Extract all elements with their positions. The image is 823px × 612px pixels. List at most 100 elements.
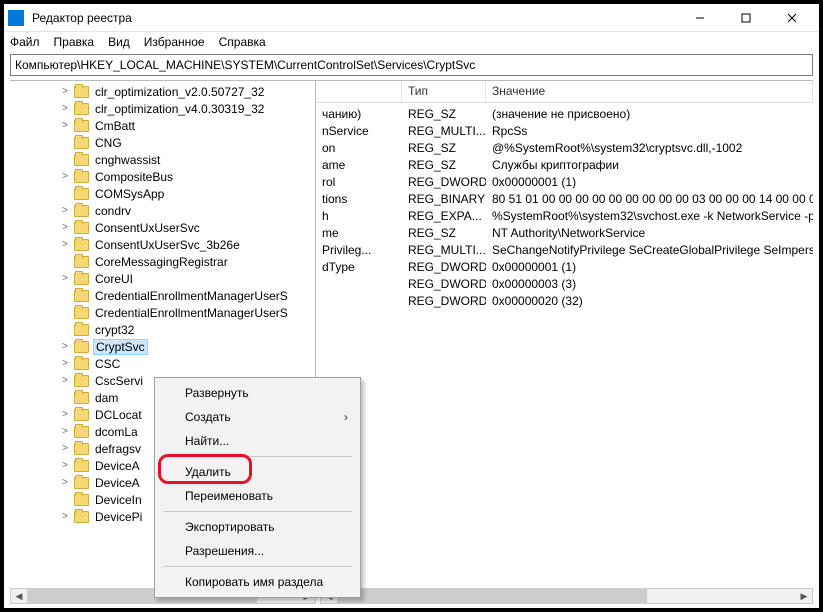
list-pane[interactable]: Тип Значение чанию)REG_SZ(значение не пр… [316,81,813,596]
list-row[interactable]: чанию)REG_SZ(значение не присвоено) [316,105,813,122]
cell-value: RpcSs [486,124,813,138]
window-frame: { "title": "Редактор реестра", "menubar"… [0,0,823,612]
menu-file[interactable]: Файл [10,35,40,49]
menu-fav[interactable]: Избранное [144,35,205,49]
col-type[interactable]: Тип [402,81,486,102]
context-separator [163,456,352,457]
tree-item[interactable]: >ConsentUxUserSvc [60,219,315,236]
address-bar[interactable]: Компьютер\HKEY_LOCAL_MACHINE\SYSTEM\Curr… [10,54,813,76]
list-row[interactable]: REG_DWORD0x00000020 (32) [316,292,813,309]
folder-icon [74,324,89,336]
cell-name: h [316,209,402,223]
tree-item-label: CompositeBus [93,170,175,184]
menu-view[interactable]: Вид [108,35,130,49]
content-area: > clr_optimization_v2.0.50727_32>clr_opti… [10,80,813,596]
expand-icon[interactable]: > [60,222,70,233]
folder-icon [74,358,89,370]
context-item[interactable]: Переименовать [157,484,358,508]
menu-help[interactable]: Справка [219,35,266,49]
expand-icon[interactable]: > [60,511,70,522]
scroll-right-icon[interactable]: ▶ [796,589,812,603]
tree-item-label: clr_optimization_v2.0.50727_32 [93,85,266,99]
list-row[interactable]: nServiceREG_MULTI...RpcSs [316,122,813,139]
tree-item-label: CoreUI [93,272,135,286]
close-button[interactable] [769,4,815,32]
scroll-thumb[interactable] [337,589,647,603]
expand-icon[interactable]: > [60,477,70,488]
context-separator [163,511,352,512]
expand-icon[interactable]: > [60,409,70,420]
tree-item[interactable]: >clr_optimization_v4.0.30319_32 [60,100,315,117]
cell-type: REG_SZ [402,141,486,155]
tree-item[interactable]: >CmBatt [60,117,315,134]
minimize-button[interactable] [677,4,723,32]
context-separator [163,566,352,567]
expand-icon[interactable]: > [60,171,70,182]
context-item[interactable]: Создать [157,405,358,429]
cell-type: REG_EXPA... [402,209,486,223]
folder-icon [74,103,89,115]
tree-item[interactable]: CNG [60,134,315,151]
cell-value: Службы криптографии [486,158,813,172]
list-row[interactable]: ameREG_SZСлужбы криптографии [316,156,813,173]
tree-item[interactable]: >ConsentUxUserSvc_3b26e [60,236,315,253]
context-item[interactable]: Разрешения... [157,539,358,563]
folder-icon [74,307,89,319]
folder-icon [74,205,89,217]
cell-value: @%SystemRoot%\system32\cryptsvc.dll,-100… [486,141,813,155]
tree-item[interactable]: CredentialEnrollmentManagerUserS [60,287,315,304]
tree-item-label: crypt32 [93,323,136,337]
expand-icon[interactable]: > [60,426,70,437]
scroll-left-icon[interactable]: ◀ [11,589,27,603]
tree-item[interactable]: crypt32 [60,321,315,338]
cell-value: 0x00000020 (32) [486,294,813,308]
expand-icon[interactable]: > [60,443,70,454]
expand-icon[interactable]: > [60,358,70,369]
cell-name: чанию) [316,107,402,121]
expand-icon[interactable]: > [60,205,70,216]
tree-item[interactable]: >CryptSvc [60,338,315,355]
menubar: Файл Правка Вид Избранное Справка [4,32,819,52]
expand-icon[interactable]: > [60,120,70,131]
tree-item[interactable]: COMSysApp [60,185,315,202]
context-item[interactable]: Удалить [157,460,358,484]
menu-edit[interactable]: Правка [54,35,95,49]
cell-value: 0x00000003 (3) [486,277,813,291]
expand-icon[interactable]: > [60,86,70,97]
tree-item[interactable]: > clr_optimization_v2.0.50727_32 [60,83,315,100]
cell-type: REG_BINARY [402,192,486,206]
expand-icon[interactable]: > [60,273,70,284]
expand-icon[interactable]: > [60,239,70,250]
context-item[interactable]: Развернуть [157,381,358,405]
list-row[interactable]: Privileg...REG_MULTI...SeChangeNotifyPri… [316,241,813,258]
list-hscrollbar[interactable]: ◀ ▶ [320,588,813,604]
tree-item[interactable]: >CSC [60,355,315,372]
list-row[interactable]: rolREG_DWORD0x00000001 (1) [316,173,813,190]
tree-item[interactable]: CredentialEnrollmentManagerUserS [60,304,315,321]
tree-item[interactable]: >condrv [60,202,315,219]
expand-icon[interactable]: > [60,375,70,386]
list-row[interactable]: REG_DWORD0x00000003 (3) [316,275,813,292]
tree-item[interactable]: CoreMessagingRegistrar [60,253,315,270]
context-item[interactable]: Экспортировать [157,515,358,539]
maximize-button[interactable] [723,4,769,32]
list-row[interactable]: tionsREG_BINARY80 51 01 00 00 00 00 00 0… [316,190,813,207]
list-row[interactable]: meREG_SZNT Authority\NetworkService [316,224,813,241]
expand-icon[interactable]: > [60,460,70,471]
expand-icon[interactable]: > [60,341,70,352]
tree-item[interactable]: > CompositeBus [60,168,315,185]
col-name[interactable] [316,81,402,102]
tree-item[interactable]: > CoreUI [60,270,315,287]
list-row[interactable]: dTypeREG_DWORD0x00000001 (1) [316,258,813,275]
tree-item[interactable]: cnghwassist [60,151,315,168]
list-row[interactable]: hREG_EXPA...%SystemRoot%\system32\svchos… [316,207,813,224]
col-value[interactable]: Значение [486,81,813,102]
cell-name: Privileg... [316,243,402,257]
cell-type: REG_DWORD [402,277,486,291]
expand-icon[interactable]: > [60,103,70,114]
list-row[interactable]: onREG_SZ@%SystemRoot%\system32\cryptsvc.… [316,139,813,156]
tree-item-label: DCLocat [93,408,144,422]
list-header[interactable]: Тип Значение [316,81,813,103]
context-item[interactable]: Найти... [157,429,358,453]
context-item[interactable]: Копировать имя раздела [157,570,358,594]
